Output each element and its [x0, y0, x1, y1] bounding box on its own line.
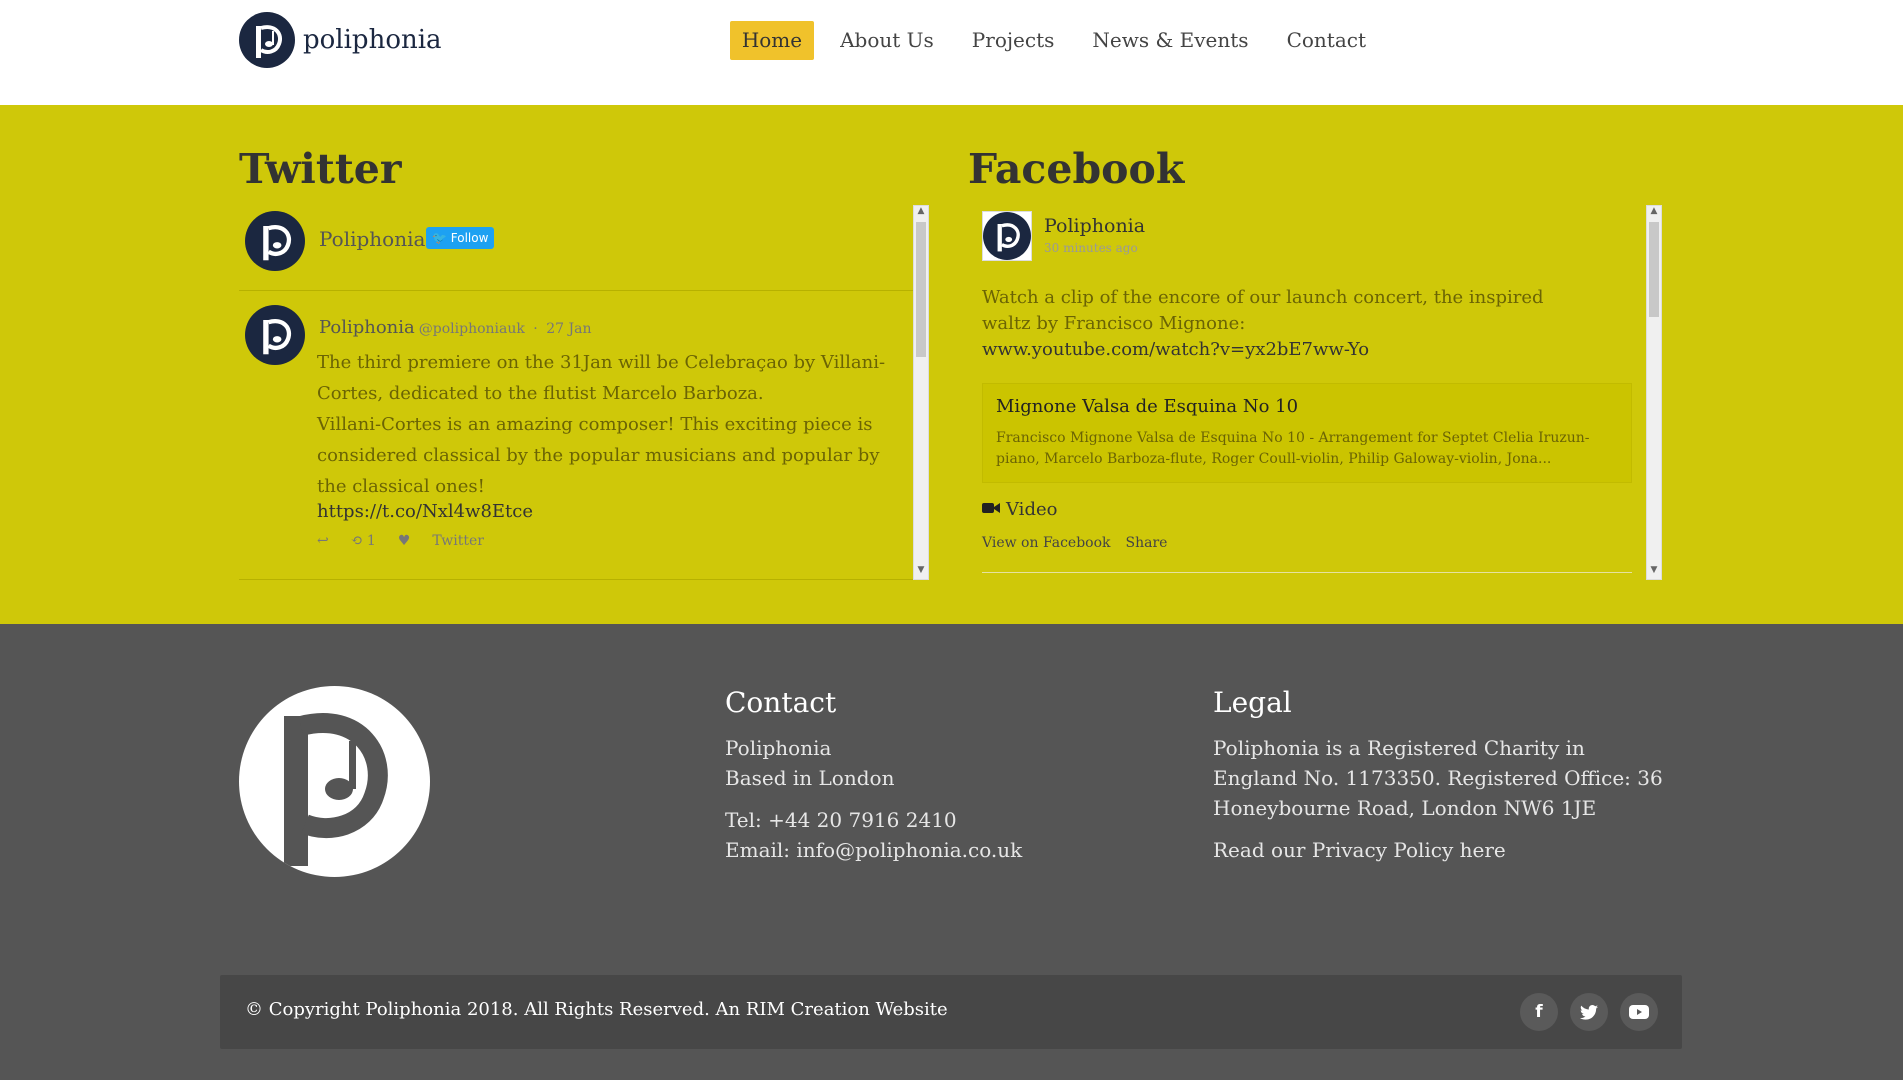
youtube-icon[interactable] [1620, 993, 1658, 1031]
card-title: Mignone Valsa de Esquina No 10 [996, 396, 1299, 417]
twitter-account-name[interactable]: Poliphonia [319, 227, 425, 251]
facebook-page-name[interactable]: Poliphonia [1044, 215, 1145, 237]
nav-news-events[interactable]: News & Events [1080, 21, 1260, 60]
facebook-post-link[interactable]: www.youtube.com/watch?v=yx2bE7ww-Yo [982, 339, 1369, 360]
tweet-meta: Poliphonia @poliphoniauk · 27 Jan [319, 317, 592, 338]
nav-contact[interactable]: Contact [1275, 21, 1378, 60]
scroll-down-arrow-icon[interactable]: ▼ [914, 565, 928, 579]
video-label: Video [1006, 499, 1058, 520]
contact-tel[interactable]: Tel: +44 20 7916 2410 [725, 805, 1022, 835]
twitter-heading: Twitter [239, 145, 402, 193]
tweet-link[interactable]: https://t.co/Nxl4w8Etce [317, 501, 533, 522]
tweet-actions: ↩ ⟲ 1 ♥ Twitter [317, 533, 484, 549]
facebook-avatar-image [983, 212, 1031, 260]
twitter-scrollbar[interactable]: ▲ ▼ [913, 205, 929, 580]
card-description: Francisco Mignone Valsa de Esquina No 10… [996, 430, 1590, 467]
tweet-text: The third premiere on the 31Jan will be … [317, 347, 907, 502]
twitter-profile-header: Poliphonia 🐦 Follow [239, 205, 915, 291]
share-link[interactable]: Share [1126, 535, 1168, 551]
copyright-text: © Copyright Poliphonia 2018. All Rights … [245, 999, 948, 1020]
follow-label: Follow [450, 231, 489, 245]
facebook-post-time: 30 minutes ago [1044, 241, 1138, 255]
scroll-up-arrow-icon[interactable]: ▲ [914, 206, 928, 220]
nav-home[interactable]: Home [729, 21, 815, 60]
facebook-icon[interactable]: f [1520, 993, 1558, 1031]
tweet-avatar[interactable] [245, 305, 305, 365]
retweet-count: 1 [366, 533, 376, 549]
nav-about-us[interactable]: About Us [828, 21, 946, 60]
poliphonia-logo-icon [239, 12, 295, 68]
logo-text: poliphonia [303, 25, 442, 55]
footer-bottom-bar: © Copyright Poliphonia 2018. All Rights … [220, 975, 1682, 1049]
follow-button[interactable]: 🐦 Follow [426, 227, 495, 249]
twitter-icon[interactable] [1570, 993, 1608, 1031]
site-logo[interactable]: poliphonia [239, 12, 442, 68]
privacy-policy-link[interactable]: Read our Privacy Policy here [1213, 835, 1673, 865]
contact-org: Poliphonia [725, 736, 832, 760]
social-links: f [1520, 993, 1658, 1031]
tweet-source[interactable]: Twitter [432, 533, 484, 549]
post-divider [982, 572, 1632, 573]
footer-contact: Contact Poliphonia Based in London Tel: … [725, 686, 1022, 865]
reply-icon[interactable]: ↩ [317, 533, 329, 549]
view-on-facebook-link[interactable]: View on Facebook [982, 535, 1111, 551]
retweet-icon[interactable]: ⟲ 1 [351, 533, 376, 549]
nav-projects[interactable]: Projects [960, 21, 1067, 60]
tweet-text-line-2: Villani-Cortes is an amazing composer! T… [317, 414, 880, 497]
facebook-scrollbar[interactable]: ▲ ▼ [1646, 205, 1662, 580]
facebook-video-link[interactable]: Video [982, 499, 1057, 520]
twitter-avatar[interactable] [245, 211, 305, 271]
contact-heading: Contact [725, 686, 837, 719]
facebook-feed[interactable]: Poliphonia 30 minutes ago Watch a clip o… [968, 205, 1664, 580]
contact-location: Based in London [725, 766, 895, 790]
facebook-avatar[interactable] [982, 211, 1032, 261]
scroll-up-arrow-icon[interactable]: ▲ [1647, 206, 1661, 220]
footer-logo-icon [239, 686, 430, 877]
footer-legal: Legal Poliphonia is a Registered Charity… [1213, 686, 1673, 865]
facebook-heading: Facebook [968, 145, 1185, 193]
video-camera-icon [982, 499, 1000, 520]
site-header: poliphonia Home About Us Projects News &… [0, 0, 1903, 80]
legal-text: Poliphonia is a Registered Charity in En… [1213, 736, 1663, 820]
twitter-timeline[interactable]: Poliphonia 🐦 Follow Poliphonia @poliphoni… [239, 205, 932, 580]
tweet-date[interactable]: 27 Jan [546, 321, 591, 337]
tweet-handle[interactable]: @poliphoniauk [419, 321, 525, 337]
twitter-bird-icon: 🐦 [432, 231, 451, 245]
tweet-author[interactable]: Poliphonia [319, 317, 415, 338]
facebook-actions: View on Facebook Share [982, 535, 1167, 551]
facebook-link-card[interactable]: Mignone Valsa de Esquina No 10 Francisco… [982, 383, 1632, 483]
main-nav: Home About Us Projects News & Events Con… [729, 21, 1378, 60]
like-heart-icon[interactable]: ♥ [398, 533, 411, 549]
facebook-scroll-thumb[interactable] [1649, 222, 1659, 317]
legal-heading: Legal [1213, 686, 1292, 719]
facebook-post-text: Watch a clip of the encore of our launch… [982, 287, 1544, 334]
header-spacer [0, 80, 1903, 105]
scroll-down-arrow-icon[interactable]: ▼ [1647, 565, 1661, 579]
tweet: Poliphonia @poliphoniauk · 27 Jan The thi… [239, 305, 915, 580]
contact-email[interactable]: Email: info@poliphonia.co.uk [725, 835, 1022, 865]
tweet-text-line-1: The third premiere on the 31Jan will be … [317, 352, 886, 404]
twitter-scroll-thumb[interactable] [916, 222, 926, 357]
